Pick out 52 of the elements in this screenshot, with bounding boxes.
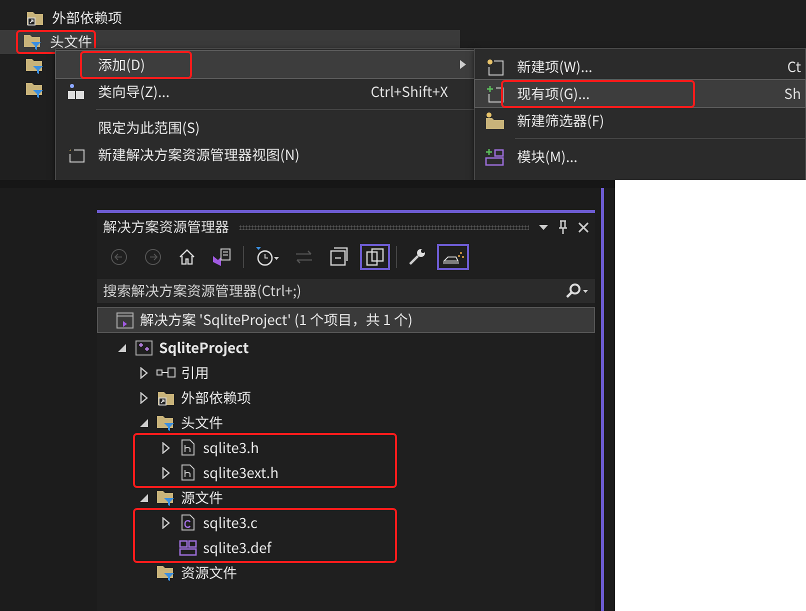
filter-folder-icon <box>25 57 45 75</box>
menu-item[interactable]: 新建解决方案资源管理器视图(N) <box>56 141 474 168</box>
folder-icon <box>157 390 175 406</box>
tree-item[interactable]: sqlite3ext.h <box>203 462 279 482</box>
tree-item[interactable]: 头文件 <box>181 412 223 432</box>
search-field[interactable]: 搜索解决方案资源管理器(Ctrl+;) <box>97 279 595 303</box>
module-definition-icon <box>179 540 197 556</box>
solution-label: 解决方案 'SqliteProject' (1 个项目，共 1 个) <box>140 310 413 330</box>
filter-folder-icon <box>156 414 176 432</box>
pin-icon[interactable] <box>558 220 568 234</box>
menu-item[interactable]: 模块(M)... <box>475 143 805 170</box>
tree-item[interactable]: 资源文件 <box>181 562 237 582</box>
tree-item[interactable]: sqlite3.c <box>203 512 258 532</box>
show-all-files-icon[interactable] <box>360 244 390 270</box>
solution-icon <box>116 312 134 328</box>
menu-item[interactable]: 现有项(G)... Sh <box>475 80 805 107</box>
menu-item[interactable]: 新建筛选器(F) <box>475 107 805 134</box>
menu-item[interactable]: 限定为此范围(S) <box>56 114 474 141</box>
folder-icon <box>26 10 44 26</box>
preview-icon[interactable] <box>437 244 469 270</box>
tree-item[interactable]: sqlite3.h <box>203 438 260 458</box>
menu-item[interactable]: 类向导(Z)... Ctrl+Shift+X <box>56 78 474 105</box>
module-icon <box>485 148 505 166</box>
header-file-icon <box>181 464 195 481</box>
class-wizard-icon <box>67 82 85 100</box>
filter-folder-icon <box>23 33 43 51</box>
solution-row[interactable]: 解决方案 'SqliteProject' (1 个项目，共 1 个) <box>97 307 595 333</box>
tree-item[interactable]: sqlite3.def <box>203 538 272 558</box>
tree-item[interactable]: 外部依赖项 <box>181 388 251 408</box>
search-icon[interactable] <box>565 283 589 299</box>
reference-icon <box>156 366 176 378</box>
filter-folder-icon <box>156 488 176 506</box>
menu-item[interactable]: 新建项(W)... Ct <box>475 53 805 80</box>
add-existing-item-icon <box>486 84 504 102</box>
tree-item[interactable]: SqliteProject <box>159 338 249 358</box>
tree-item[interactable]: 头文件 <box>50 32 92 52</box>
menu-item[interactable]: 添加(D) <box>56 51 474 78</box>
search-input[interactable]: 搜索解决方案资源管理器(Ctrl+;) <box>103 281 565 301</box>
new-folder-icon <box>485 112 505 130</box>
new-item-icon <box>486 58 504 76</box>
close-icon[interactable] <box>578 222 589 232</box>
filter-folder-icon <box>25 81 45 99</box>
tree-item[interactable]: 引用 <box>181 362 209 382</box>
header-file-icon <box>181 439 195 456</box>
tree-item[interactable]: 外部依赖项 <box>52 8 122 28</box>
filter-folder-icon <box>156 564 176 582</box>
panel-title: 解决方案资源管理器 <box>103 217 229 237</box>
dropdown-icon[interactable] <box>539 224 548 230</box>
project-icon <box>135 340 153 356</box>
c-file-icon <box>181 514 195 531</box>
tree-item[interactable]: 源文件 <box>181 488 223 508</box>
new-window-icon <box>67 146 85 162</box>
